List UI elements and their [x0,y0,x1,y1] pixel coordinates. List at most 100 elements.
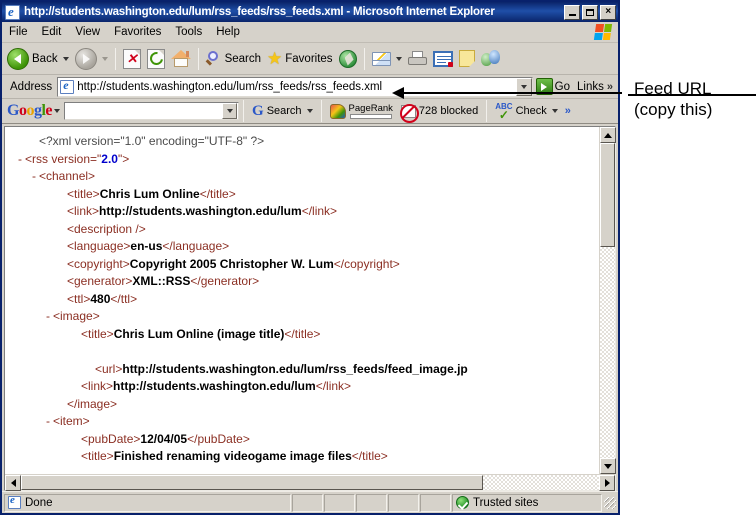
search-button[interactable]: Search [203,49,264,69]
media-button[interactable] [336,48,360,70]
back-dropdown-icon[interactable] [62,56,69,61]
stop-button[interactable]: ✕ [120,47,144,71]
xml-token: <rss version=" [25,151,102,166]
pagerank-palette-icon [329,103,346,119]
minimize-button[interactable] [564,4,580,20]
horizontal-scrollbar[interactable] [5,474,615,491]
security-zone-label: Trusted sites [473,496,539,509]
xml-token: en-us [130,239,163,253]
annotation-callout: Feed URL (copy this) [620,0,756,515]
xml-line: - <channel> [15,168,599,186]
edit-button[interactable] [430,49,456,69]
xml-token: <title> [81,449,114,463]
xml-line: <title>Finished renaming videogame image… [15,448,599,466]
mail-button[interactable] [369,50,405,68]
horizontal-scroll-thumb[interactable] [21,475,484,490]
menu-item-edit[interactable]: Edit [35,24,69,40]
notes-button[interactable] [456,48,478,69]
xml-token: <copyright> [67,256,130,271]
xml-token: <ttl> [67,291,91,306]
xml-token: Chris Lum Online [99,186,200,201]
status-cell [388,493,419,512]
xml-token: Finished renaming videogame image files [113,449,352,463]
xml-token: XML::RSS [132,274,191,288]
xml-line: <title>Chris Lum Online</title> [15,186,599,204]
back-button[interactable]: Back [4,46,72,72]
menu-bar: File Edit View Favorites Tools Help [2,22,618,43]
collapse-toggle-icon[interactable]: - [43,413,53,431]
collapse-toggle-icon[interactable]: - [15,151,25,169]
collapse-toggle-icon[interactable]: - [43,308,53,326]
xml-token: http://students.washington.edu/lum [113,379,316,393]
toolbar-separator [197,47,199,70]
xml-line: <url>http://students.washington.edu/lum/… [15,361,599,379]
xml-token: <pubDate> [81,431,141,446]
xml-document-view[interactable]: <?xml version="1.0" encoding="UTF-8" ?> -… [5,127,599,474]
xml-token: Chris Lum Online (image title) [113,326,285,341]
refresh-icon [146,48,166,69]
refresh-button[interactable] [144,47,168,71]
annotation-line-1: Feed URL [634,79,712,98]
google-menu-dropdown-icon[interactable] [54,109,61,113]
menu-item-file[interactable]: File [2,24,35,40]
toolbar-separator [114,47,116,70]
status-bar: Done Trusted sites [2,491,618,513]
window-controls: × [564,4,616,20]
xml-token: <item> [53,414,90,428]
pagerank-indicator[interactable]: PageRank [326,102,397,119]
xml-line [15,343,599,361]
messenger-button[interactable] [478,48,503,69]
google-search-button[interactable]: G Search [248,104,317,119]
xml-line: <generator>XML::RSS</generator> [15,273,599,291]
collapse-toggle-icon[interactable]: - [29,168,39,186]
scroll-left-button[interactable] [5,475,21,491]
xml-token: <generator> [67,274,133,288]
forward-dropdown-icon[interactable] [101,56,108,61]
scroll-down-button[interactable] [600,458,616,474]
print-button[interactable] [405,49,430,69]
menu-item-favorites[interactable]: Favorites [107,24,168,40]
toolbar-separator [320,100,322,122]
menu-item-tools[interactable]: Tools [168,24,209,40]
back-label: Back [32,52,58,65]
vertical-scroll-thumb[interactable] [600,143,615,247]
mail-dropdown-icon[interactable] [395,56,402,61]
toolbar-separator [363,47,365,70]
xml-line: <pubDate>12/04/05</pubDate> [15,431,599,449]
xml-token: </link> [301,204,338,218]
xml-line: <description /> [15,221,599,239]
xml-token: </title> [351,449,388,463]
pagerank-label: PageRank [348,102,393,114]
vertical-scroll-track[interactable] [600,143,615,458]
google-search-dropdown-icon[interactable] [222,103,238,119]
trusted-sites-shield-icon [456,496,469,509]
horizontal-scroll-track[interactable] [21,475,599,490]
xml-token: </copyright> [333,256,400,271]
menu-item-view[interactable]: View [68,24,107,40]
resize-grip[interactable] [602,496,616,509]
xml-token: 480 [90,291,111,306]
google-search-options-icon[interactable] [306,109,313,113]
forward-button[interactable] [72,46,111,72]
xml-token: http://students.washington.edu/lum/rss_f… [122,361,468,376]
favorites-label: Favorites [285,52,333,65]
menu-item-help[interactable]: Help [209,24,247,40]
google-search-input[interactable] [64,102,240,120]
scroll-up-button[interactable] [600,127,616,143]
window-title: http://students.washington.edu/lum/rss_f… [24,6,495,18]
xml-token: </ttl> [110,291,138,306]
xml-line: <link>http://students.washington.edu/lum… [15,203,599,221]
scroll-right-button[interactable] [599,475,615,491]
xml-token: 12/04/05 [140,431,188,446]
spellcheck-dropdown-icon[interactable] [551,109,558,113]
maximize-button[interactable] [582,4,598,20]
notes-icon [458,50,475,67]
close-button[interactable]: × [600,4,616,20]
home-button[interactable] [168,48,194,70]
favorites-button[interactable]: ★ Favorites [264,49,336,68]
messenger-icon [480,50,500,67]
vertical-scrollbar[interactable] [599,127,616,474]
security-zone[interactable]: Trusted sites [452,493,602,512]
stop-icon: ✕ [122,48,141,69]
xml-line: <ttl>480</ttl> [15,291,599,309]
